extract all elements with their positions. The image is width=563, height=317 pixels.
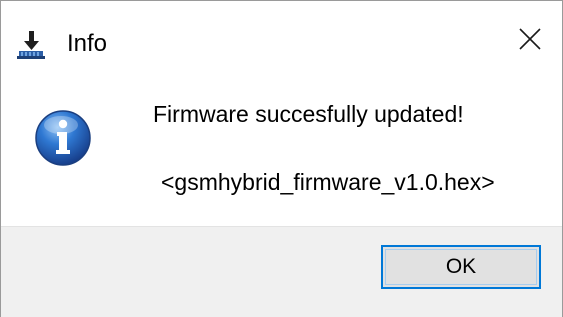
info-dialog: Info Firmware succesfully updated! <gsmh… — [0, 0, 563, 317]
button-bar: OK — [1, 226, 562, 317]
close-button[interactable] — [498, 15, 562, 67]
message-text: Firmware succesfully updated! — [153, 101, 464, 127]
title-bar[interactable]: Info — [1, 1, 562, 81]
message-area: Firmware succesfully updated! <gsmhybrid… — [1, 81, 562, 226]
window-title: Info — [67, 30, 108, 57]
flash-tool-icon — [15, 29, 47, 61]
firmware-filename: <gsmhybrid_firmware_v1.0.hex> — [161, 169, 495, 195]
info-icon — [34, 109, 92, 167]
close-icon — [518, 27, 542, 56]
ok-button[interactable]: OK — [381, 245, 541, 289]
